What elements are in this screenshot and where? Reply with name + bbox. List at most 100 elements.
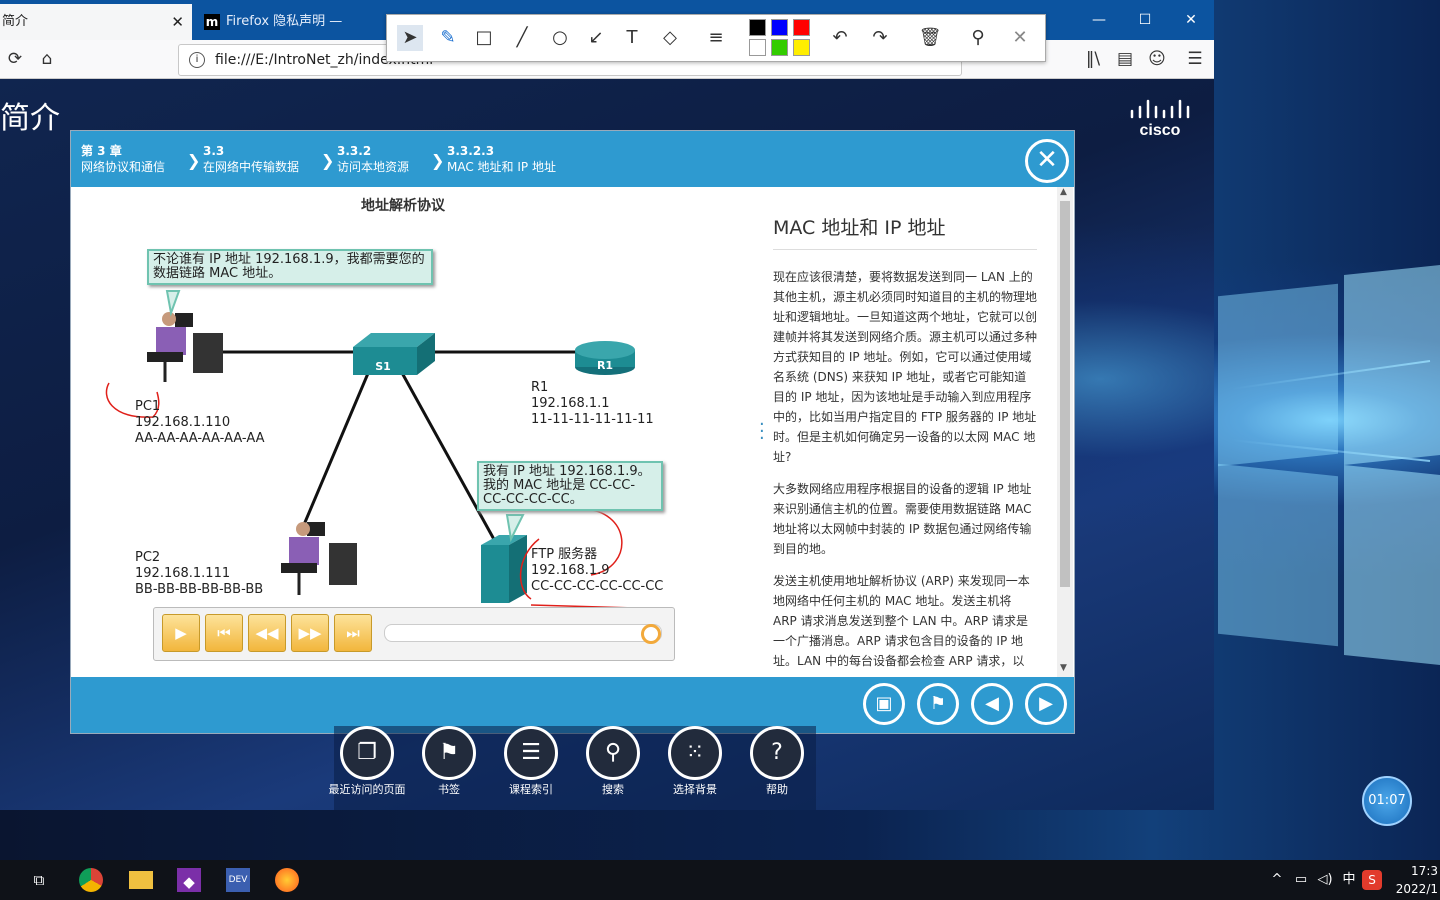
r1-name: R1 <box>531 380 549 395</box>
rewind-button[interactable]: ◀◀ <box>248 614 286 652</box>
undo-icon[interactable]: ↶ <box>827 25 853 51</box>
menu-icon[interactable]: ☰ <box>1182 46 1208 72</box>
zoom-icon[interactable]: ⚲ <box>965 25 991 51</box>
dev-cpp-icon[interactable]: DEV <box>226 868 250 892</box>
r1-ip: 192.168.1.1 <box>531 396 610 411</box>
line-tool-icon[interactable]: ╱ <box>509 25 535 51</box>
breadcrumb: 第 3 章网络协议和通信 ❯ 3.3 在网络中传输数据 ❯ 3.3.2 访问本地资源… <box>71 131 1074 187</box>
pointer-tool-icon[interactable]: ➤ <box>397 25 423 51</box>
crumb-label: 网络协议和通信 <box>81 160 166 174</box>
crumb-label: MAC 地址和 IP 地址 <box>447 160 556 174</box>
redo-icon[interactable]: ↷ <box>867 25 893 51</box>
crumb-num: 3.3.2 <box>337 144 372 158</box>
pc1-labels: PC1 192.168.1.110 AA-AA-AA-AA-AA-AA <box>135 399 265 447</box>
pen-tool-icon[interactable]: ✎ <box>435 25 461 51</box>
restart-button[interactable]: ⏮ <box>205 614 243 652</box>
ellipse-tool-icon[interactable]: ○ <box>547 25 573 51</box>
scroll-up-icon[interactable]: ▲ <box>1060 187 1067 197</box>
chevron-right-icon: ❯ <box>321 151 335 170</box>
close-window-button[interactable]: ✕ <box>1176 8 1206 32</box>
skip-end-button[interactable]: ⏭ <box>334 614 372 652</box>
bookmark-page-button[interactable]: ⚑ <box>917 683 959 725</box>
stroke-width-icon[interactable]: ≡ <box>703 25 729 51</box>
progress-thumb[interactable] <box>641 624 661 644</box>
splitter-handle-icon[interactable]: · · · <box>759 416 765 448</box>
lesson-modal: 第 3 章网络协议和通信 ❯ 3.3 在网络中传输数据 ❯ 3.3.2 访问本地资源… <box>70 130 1075 734</box>
scrollbar-thumb[interactable] <box>1060 201 1070 587</box>
close-modal-button[interactable]: ✕ <box>1025 139 1069 183</box>
home-icon[interactable]: ⌂ <box>34 46 60 72</box>
fast-forward-button[interactable]: ▶▶ <box>291 614 329 652</box>
tab-active[interactable]: 简介 ✕ <box>0 4 192 40</box>
animation-player: ▶ ⏮ ◀◀ ▶▶ ⏭ <box>153 607 675 661</box>
close-icon[interactable]: ✕ <box>1007 25 1033 51</box>
color-swatch-white[interactable] <box>749 39 766 56</box>
color-swatch-red[interactable] <box>793 19 810 36</box>
app-icon[interactable]: ◆ <box>177 868 201 892</box>
clock[interactable]: 17:3 2022/1 <box>1392 862 1438 898</box>
dock-help[interactable]: ? 帮助 <box>736 726 818 796</box>
crumb-num: 第 3 章 <box>81 144 122 158</box>
breadcrumb-item-page[interactable]: 3.3.2.3 MAC 地址和 IP 地址 <box>447 143 556 175</box>
pc2-workstation-icon <box>281 522 357 595</box>
eraser-tool-icon[interactable]: ◇ <box>657 25 683 51</box>
dock-label: 书签 <box>438 783 460 796</box>
text-tool-icon[interactable]: T <box>619 25 645 51</box>
scroll-down-icon[interactable]: ▼ <box>1060 663 1067 673</box>
pc1-name: PC1 <box>135 399 161 414</box>
dock-search[interactable]: ⚲ 搜索 <box>572 726 654 796</box>
tab-mozilla[interactable]: mFirefox 隐私声明 — Mozilla <box>196 4 386 65</box>
arrow-tool-icon[interactable]: ↙ <box>583 25 609 51</box>
account-icon[interactable]: ☺ <box>1144 46 1170 72</box>
progress-track[interactable] <box>384 624 662 644</box>
color-swatch-yellow[interactable] <box>793 39 810 56</box>
ftp-server-icon <box>481 535 527 603</box>
file-explorer-icon[interactable] <box>129 871 153 889</box>
library-icon[interactable]: ‖\ <box>1080 46 1106 72</box>
windows-logo-pane <box>1218 463 1338 647</box>
dock-bookmarks[interactable]: ⚑ 书签 <box>408 726 490 796</box>
pc2-mac: BB-BB-BB-BB-BB-BB <box>135 582 264 597</box>
ftp-ip: 192.168.1.9 <box>531 563 610 578</box>
maximize-button[interactable]: ☐ <box>1130 8 1160 32</box>
pc2-name: PC2 <box>135 550 161 565</box>
windows-logo-pane <box>1344 464 1440 666</box>
dock-background[interactable]: ⁙ 选择背景 <box>654 726 736 796</box>
next-page-button[interactable]: ▶ <box>1025 683 1067 725</box>
previous-page-button[interactable]: ◀ <box>971 683 1013 725</box>
breadcrumb-item-topic[interactable]: 3.3.2 访问本地资源 <box>337 143 409 175</box>
chrome-icon[interactable] <box>79 868 103 892</box>
task-view-icon[interactable]: ⧉ <box>24 866 54 894</box>
dock-recent-pages[interactable]: ❐ 最近访问的页面 <box>326 726 408 796</box>
crumb-label: 访问本地资源 <box>337 160 410 174</box>
play-button[interactable]: ▶ <box>162 614 200 652</box>
comment-button[interactable]: ▣ <box>863 683 905 725</box>
close-tab-icon[interactable]: ✕ <box>171 4 184 40</box>
info-icon[interactable]: i <box>189 52 205 68</box>
reader-view-icon[interactable]: ▤ <box>1112 46 1138 72</box>
color-swatch-blue[interactable] <box>771 19 788 36</box>
scrollbar[interactable]: ▲ ▼ <box>1057 187 1073 677</box>
ime-indicator[interactable]: 中 <box>1334 866 1364 894</box>
crumb-label: 在网络中传输数据 <box>203 160 300 174</box>
clock-time: 17:3 <box>1411 864 1438 878</box>
breadcrumb-item-section[interactable]: 3.3 在网络中传输数据 <box>203 143 299 175</box>
brand-text: cisco <box>1140 122 1181 137</box>
color-swatch-green[interactable] <box>771 39 788 56</box>
link-s1-ftp <box>399 370 498 544</box>
pages-icon: ❐ <box>340 726 394 780</box>
switch-icon: S1 <box>353 333 435 375</box>
breadcrumb-item-chapter[interactable]: 第 3 章网络协议和通信 <box>81 143 165 175</box>
taskbar: ⧉ ◆ DEV ^ ▭ ◁) 中 S 17:3 2022/1 <box>0 860 1440 900</box>
sogou-icon[interactable]: S <box>1362 870 1382 890</box>
recording-timer[interactable]: 01:07 <box>1362 776 1412 826</box>
reload-icon[interactable]: ⟳ <box>2 46 28 72</box>
lesson-content: 地址解析协议 S1 R1 不论谁有 IP 地址 192.168.1.9，我都需要… <box>71 187 1074 677</box>
chevron-right-icon: ❯ <box>431 151 445 170</box>
dock-course-index[interactable]: ☰ 课程索引 <box>490 726 572 796</box>
minimize-button[interactable]: — <box>1084 8 1114 32</box>
trash-icon[interactable]: 🗑 <box>917 25 943 51</box>
color-swatch-black[interactable] <box>749 19 766 36</box>
firefox-icon[interactable] <box>275 868 299 892</box>
rectangle-tool-icon[interactable]: □ <box>471 25 497 51</box>
